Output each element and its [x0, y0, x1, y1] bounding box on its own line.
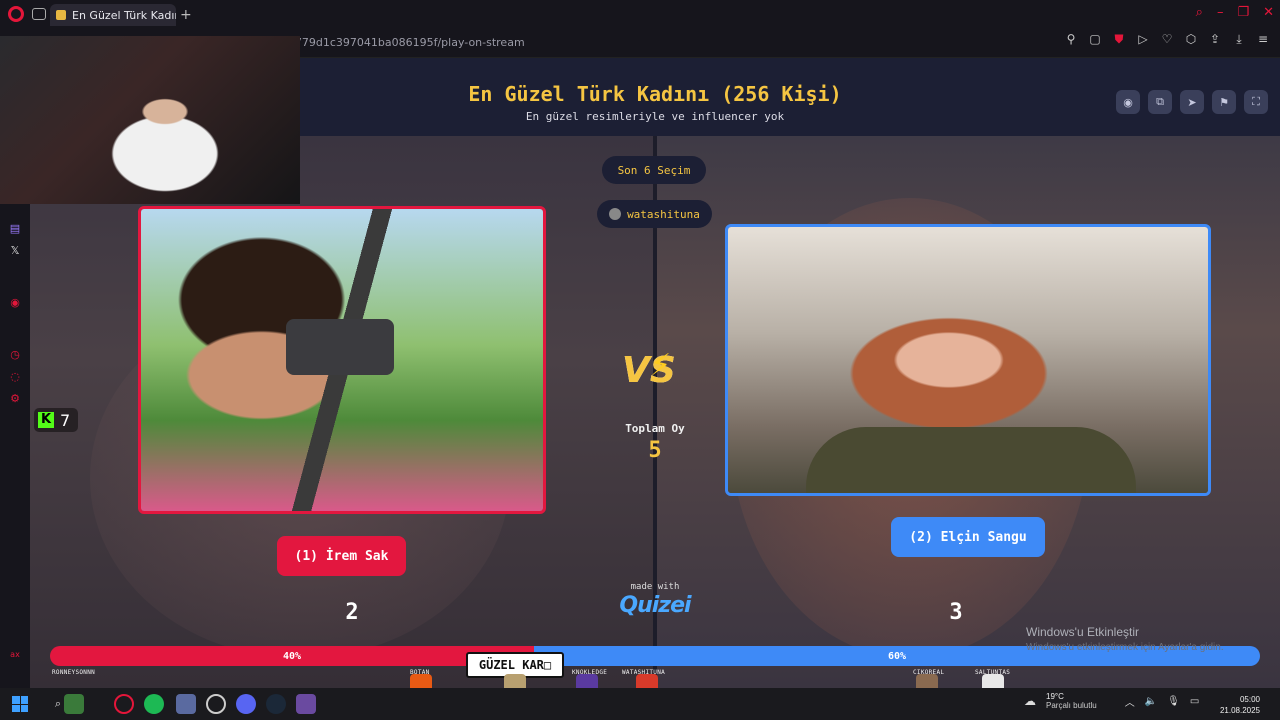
player-icon[interactable]: ◉ [8, 296, 22, 310]
windows-activate-title: Windows'u Etkinleştir [1026, 625, 1139, 639]
choice-image-left[interactable] [138, 206, 546, 514]
flag-icon[interactable]: ⚑ [1212, 90, 1236, 114]
toolbar-icons: ⚲ ▢ ⛊ ▷ ♡ ⬡ ⇪ ⤓ ≡ [1064, 32, 1270, 47]
tab-title: En Güzel Türk Kadını (256 [72, 8, 176, 22]
header-actions: ◉ ⧉ ➤ ⚑ ⛶ [1116, 90, 1268, 114]
phone-in-photo [286, 319, 394, 375]
x-icon[interactable]: 𝕏 [8, 244, 22, 258]
opera-logo-icon[interactable] [8, 6, 24, 22]
kick-viewer-count: 7 [60, 410, 71, 430]
tab-islands-icon[interactable] [32, 8, 46, 20]
window-controls: ⌕ – ❐ ✕ [1196, 5, 1274, 20]
minimize-button[interactable]: – [1217, 5, 1224, 20]
choice-button-right[interactable]: (2) Elçin Sangu [891, 517, 1045, 557]
viewer-name: RONNEYSONNN [52, 669, 96, 676]
settings-icon[interactable]: ⚙ [8, 392, 22, 406]
quizei-logo[interactable]: Quizei [600, 593, 710, 618]
windows-start-icon[interactable] [12, 696, 28, 712]
user-name: watashituna [627, 207, 700, 221]
new-tab-button[interactable]: + [180, 7, 192, 23]
made-with-label: made with [630, 582, 680, 592]
pin-icon[interactable]: ⚲ [1064, 32, 1078, 47]
fullscreen-icon[interactable]: ⛶ [1244, 90, 1268, 114]
last-picks-pill[interactable]: Son 6 Seçim [602, 156, 706, 184]
streamer-webcam [0, 36, 300, 204]
heart-icon[interactable]: ♡ [1160, 32, 1174, 47]
jacket-in-photo [806, 427, 1136, 493]
download-icon[interactable]: ⤓ [1232, 32, 1246, 47]
messenger-icon[interactable]: ◌ [8, 370, 22, 384]
twitch-icon[interactable]: ▤ [8, 222, 22, 236]
share-icon[interactable]: ⇪ [1208, 32, 1222, 47]
extensions-icon[interactable]: ⬡ [1184, 32, 1198, 47]
windows-activate-subtitle: Windows'u etkinleştirmek için Ayarlar'a … [1026, 642, 1224, 653]
maximize-button[interactable]: ❐ [1237, 5, 1249, 20]
weather-temp: 19°C [1046, 692, 1064, 701]
close-window-button[interactable]: ✕ [1263, 5, 1274, 20]
score-right: 3 [949, 600, 963, 625]
taskbar-spotify-icon[interactable] [144, 694, 164, 714]
copy-icon[interactable]: ⧉ [1148, 90, 1172, 114]
weather-icon: ☁ [1024, 694, 1036, 708]
browser-titlebar [0, 0, 1280, 30]
taskbar-steam-icon[interactable] [266, 694, 286, 714]
weather-desc: Parçalı bulutlu [1046, 701, 1097, 710]
tray-chevron-icon[interactable]: ︿ [1125, 694, 1135, 709]
taskbar-obs-icon[interactable] [206, 694, 226, 714]
total-votes-label: Toplam Oy [625, 422, 685, 435]
choice-button-left[interactable]: (1) İrem Sak [277, 536, 406, 576]
browser-tab-active[interactable]: En Güzel Türk Kadını (256 [50, 4, 176, 26]
taskbar-dragon-app-icon[interactable] [64, 694, 84, 714]
tab-favicon-icon [56, 10, 66, 20]
taskbar-app-icon[interactable] [176, 694, 196, 714]
taskbar-app2-icon[interactable] [296, 694, 316, 714]
clock-date: 21.08.2025 [1219, 706, 1260, 715]
history-icon[interactable]: ◷ [8, 348, 22, 362]
lightning-bolt-icon: ⚡ [650, 348, 672, 383]
send-icon[interactable]: ➤ [1180, 90, 1204, 114]
kick-viewer-badge: K 7 [34, 408, 78, 432]
score-left: 2 [345, 600, 359, 625]
clock-time: 05:00 [1239, 695, 1260, 704]
microphone-icon[interactable]: 🎙 [1167, 696, 1180, 707]
taskbar-opera-icon[interactable] [114, 694, 134, 714]
play-icon[interactable]: ▷ [1136, 32, 1150, 47]
screenshot-icon[interactable]: ▢ [1088, 32, 1102, 47]
sidebar-ax-label: ax [10, 650, 20, 659]
network-icon[interactable]: ▭ [1190, 696, 1199, 707]
taskbar-clock[interactable]: 05:00 21.08.2025 [1220, 694, 1260, 716]
volume-icon[interactable]: 🔈 [1145, 696, 1157, 707]
eye-icon[interactable]: ◉ [1116, 90, 1140, 114]
kick-logo-icon: K [38, 412, 54, 428]
user-pill: watashituna [597, 200, 712, 228]
user-avatar-icon [609, 208, 622, 220]
choice-image-right[interactable] [725, 224, 1211, 496]
browser-search-icon[interactable]: ⌕ [1196, 5, 1203, 20]
weather-widget[interactable]: 19°C Parçalı bulutlu [1046, 692, 1097, 710]
system-tray: ☁ 19°C Parçalı bulutlu ︿ 🔈 🎙 ▭ [1024, 692, 1199, 710]
taskbar-discord-icon[interactable] [236, 694, 256, 714]
vote-bar-left: 40% [50, 646, 534, 666]
menu-icon[interactable]: ≡ [1256, 32, 1270, 47]
total-votes-value: 5 [648, 438, 662, 463]
shield-icon[interactable]: ⛊ [1112, 32, 1126, 47]
